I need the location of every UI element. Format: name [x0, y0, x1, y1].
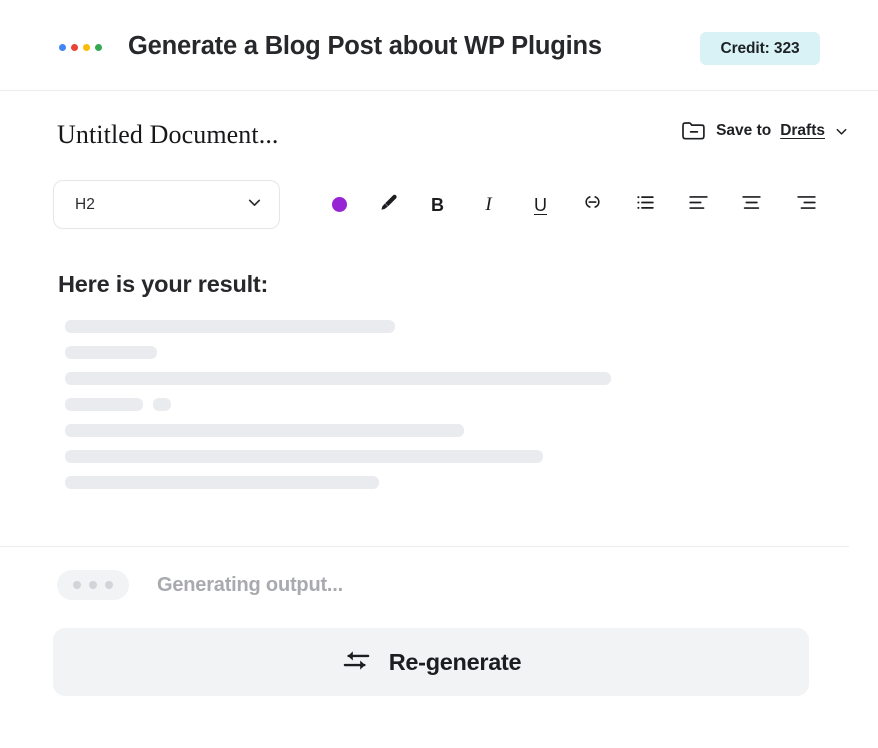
generation-status-text: Generating output... — [157, 574, 343, 597]
heading-level-select[interactable]: H2 — [53, 180, 280, 229]
document-title[interactable]: Untitled Document... — [57, 120, 279, 150]
editor-toolbar: H2 B I U — [0, 180, 878, 230]
brand-logo-dots — [59, 44, 102, 51]
skeleton-bar — [65, 476, 379, 489]
loading-dot-icon — [105, 581, 113, 589]
bulleted-list-button[interactable] — [629, 188, 662, 221]
page-title: Generate a Blog Post about WP Plugins — [128, 32, 602, 61]
skeleton-bar — [65, 372, 611, 385]
logo-dot-yellow-icon — [83, 44, 90, 51]
align-right-button[interactable] — [790, 188, 823, 221]
skeleton-row — [65, 450, 543, 463]
logo-dot-blue-icon — [59, 44, 66, 51]
result-heading: Here is your result: — [58, 271, 268, 298]
align-center-button[interactable] — [735, 188, 768, 221]
loading-dot-icon — [89, 581, 97, 589]
skeleton-bar — [153, 398, 171, 411]
skeleton-row — [65, 398, 171, 411]
align-center-icon — [740, 191, 763, 219]
skeleton-row — [65, 346, 157, 359]
save-to-label: Save to — [716, 122, 771, 140]
color-swatch-icon — [332, 197, 347, 212]
bold-icon: B — [431, 196, 444, 214]
highlighter-button[interactable] — [371, 188, 404, 221]
skeleton-bar — [65, 320, 395, 333]
generation-status-row: Generating output... — [57, 570, 343, 600]
regenerate-button[interactable]: Re-generate — [53, 628, 809, 696]
loading-dots-indicator — [57, 570, 129, 600]
bulleted-list-icon — [634, 191, 657, 219]
skeleton-row — [65, 372, 611, 385]
skeleton-bar — [65, 398, 143, 411]
underline-button[interactable]: U — [524, 188, 557, 221]
skeleton-bar — [65, 450, 543, 463]
logo-dot-green-icon — [95, 44, 102, 51]
italic-button[interactable]: I — [472, 188, 505, 221]
skeleton-row — [65, 476, 379, 489]
link-button[interactable] — [576, 188, 609, 221]
chevron-down-icon — [246, 194, 263, 216]
content-divider — [0, 546, 849, 547]
align-right-icon — [795, 191, 818, 219]
folder-minus-icon — [681, 120, 707, 142]
align-left-icon — [687, 191, 710, 219]
save-to-drafts-control[interactable]: Save to Drafts — [681, 118, 849, 144]
app-header: Generate a Blog Post about WP Plugins Cr… — [0, 0, 878, 91]
skeleton-row — [65, 424, 464, 437]
app-window: Generate a Blog Post about WP Plugins Cr… — [0, 0, 878, 748]
logo-dot-red-icon — [71, 44, 78, 51]
align-left-button[interactable] — [682, 188, 715, 221]
loading-dot-icon — [73, 581, 81, 589]
underline-icon: U — [534, 196, 547, 214]
swap-arrows-icon — [341, 645, 372, 679]
bold-button[interactable]: B — [421, 188, 454, 221]
chevron-down-icon[interactable] — [834, 124, 849, 139]
text-color-button[interactable] — [323, 188, 356, 221]
italic-icon: I — [485, 195, 491, 214]
skeleton-bar — [65, 346, 157, 359]
skeleton-row — [65, 320, 395, 333]
save-destination-label[interactable]: Drafts — [780, 122, 825, 140]
regenerate-label: Re-generate — [389, 649, 522, 676]
credit-badge: Credit: 323 — [700, 32, 820, 65]
highlighter-icon — [376, 191, 399, 219]
link-icon — [580, 190, 605, 220]
heading-level-value: H2 — [75, 196, 95, 214]
skeleton-bar — [65, 424, 464, 437]
